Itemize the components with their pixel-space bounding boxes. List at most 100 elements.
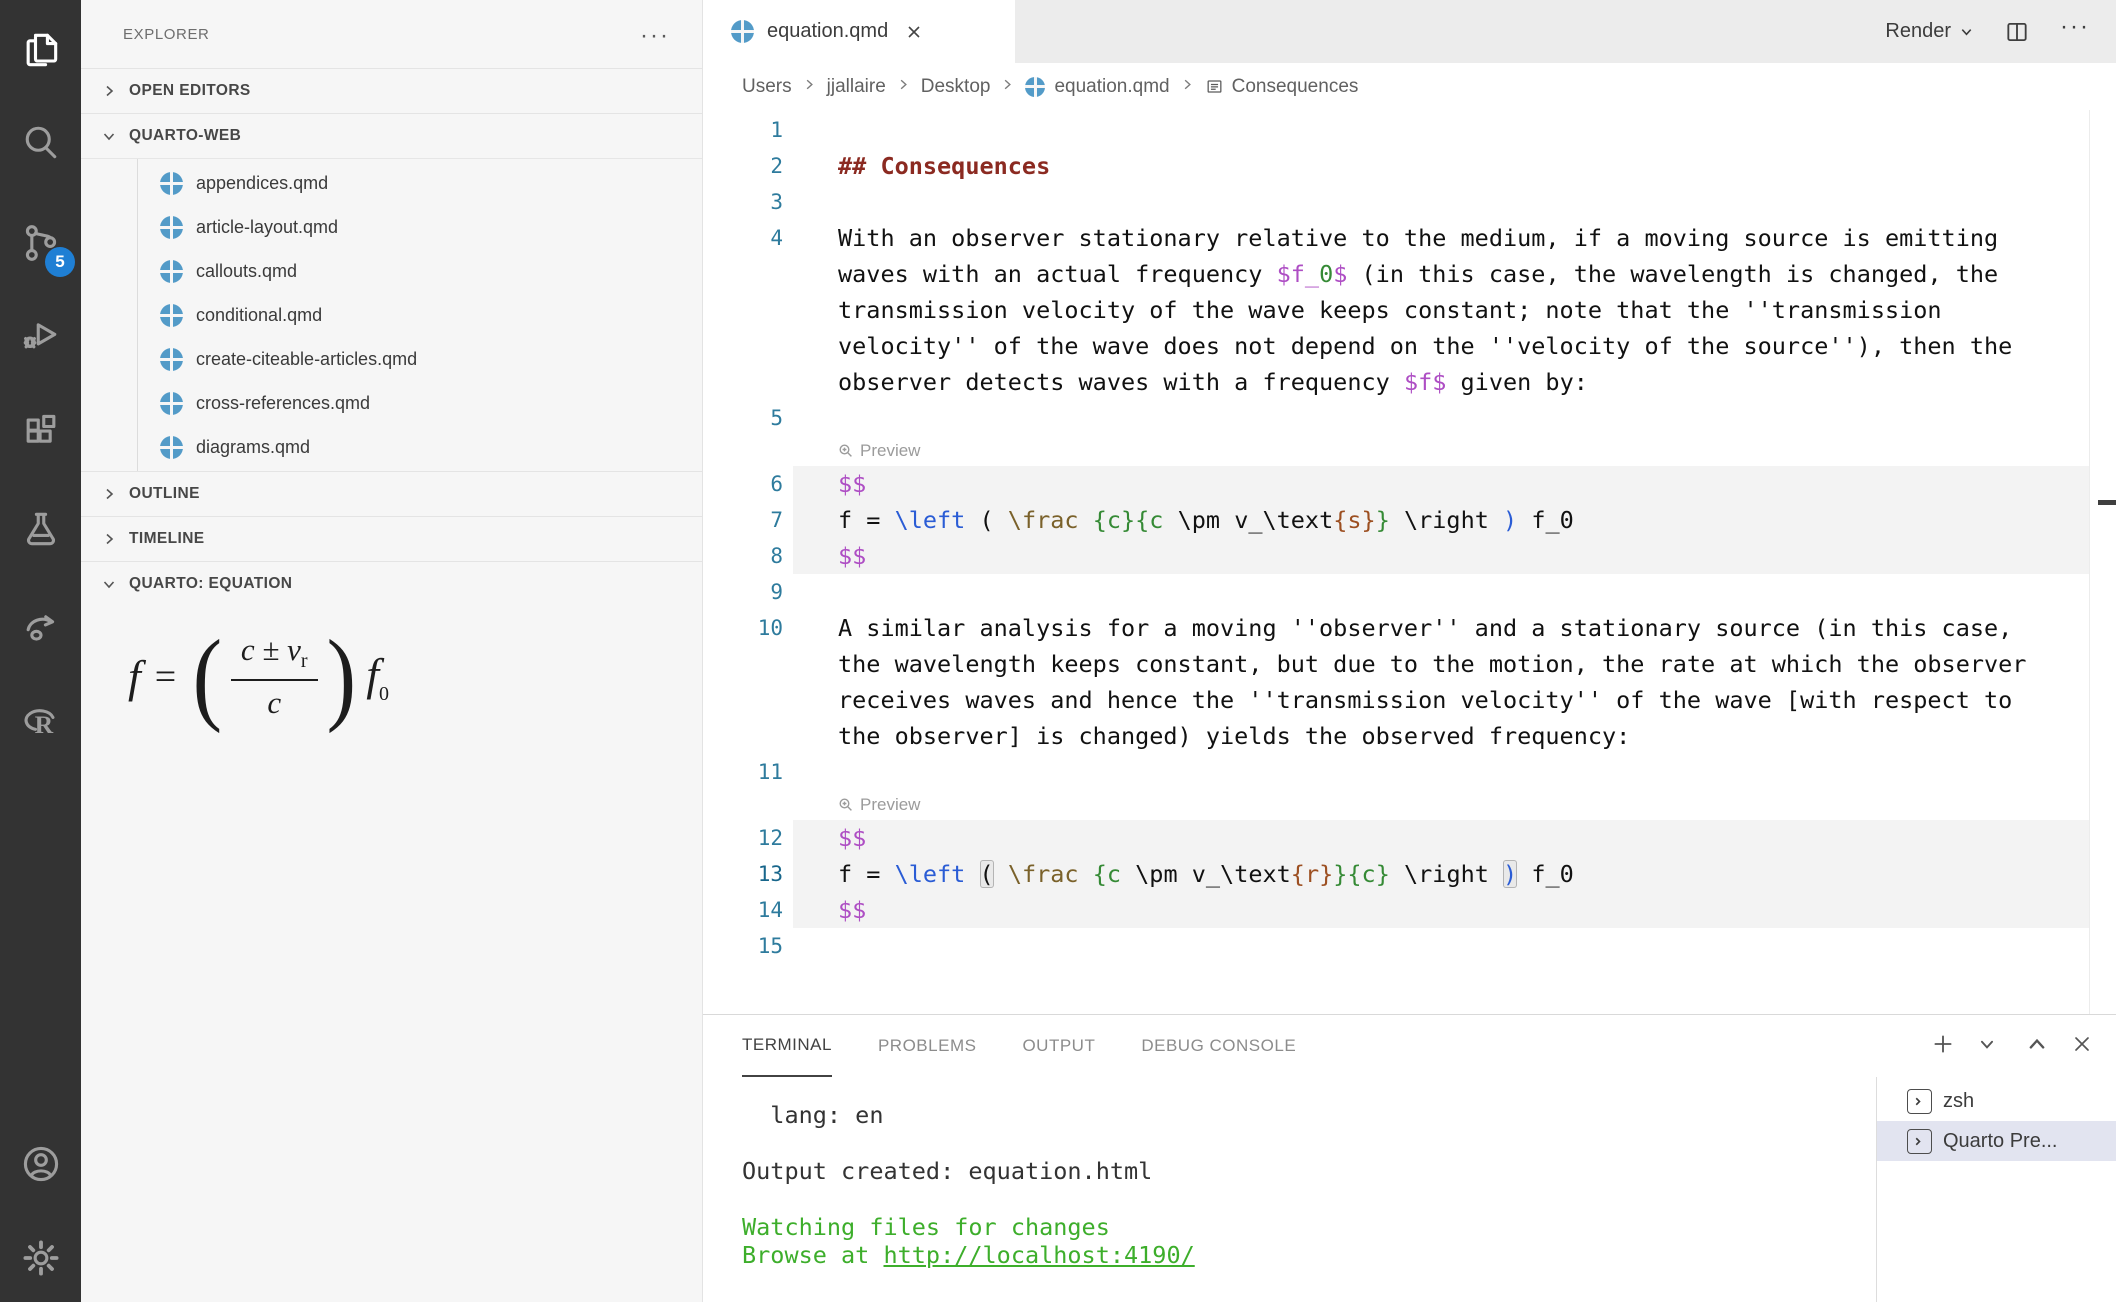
terminal-line: Output created: equation.html <box>742 1157 1195 1185</box>
publish-icon[interactable] <box>0 596 81 656</box>
quarto-file-icon <box>1025 77 1045 97</box>
editor-line[interactable]: velocity'' of the wave does not depend o… <box>703 328 2116 364</box>
close-panel-icon[interactable] <box>2070 1032 2094 1061</box>
breadcrumb-item[interactable]: Desktop <box>886 76 991 98</box>
section-quarto-web[interactable]: QUARTO-WEB <box>81 113 702 158</box>
line-number: 7 <box>703 502 793 538</box>
close-tab-icon[interactable] <box>904 22 924 42</box>
file-name: conditional.qmd <box>196 305 322 326</box>
line-number <box>703 292 793 328</box>
terminal-icon <box>1907 1089 1932 1114</box>
editor-line[interactable]: 3 <box>703 184 2116 220</box>
editor-line[interactable]: transmission velocity of the wave keeps … <box>703 292 2116 328</box>
terminal-label: Quarto Pre... <box>1943 1130 2058 1153</box>
render-button[interactable]: Render <box>1885 20 1974 43</box>
editor-line[interactable]: waves with an actual frequency $f_0$ (in… <box>703 256 2116 292</box>
settings-gear-icon[interactable] <box>0 1228 81 1288</box>
explorer-icon[interactable] <box>0 20 81 80</box>
source-control-icon[interactable]: 5 <box>0 213 81 273</box>
search-icon[interactable] <box>0 112 81 172</box>
preview-codelens[interactable]: Preview <box>838 790 920 820</box>
editor-line[interactable]: 5 <box>703 400 2116 436</box>
chevron-right-icon <box>101 83 117 99</box>
indent-guide <box>137 159 138 471</box>
chevron-right-icon <box>1180 76 1195 98</box>
file-item[interactable]: create-citeable-articles.qmd <box>81 337 702 381</box>
editor-line[interactable]: 15 <box>703 928 2116 964</box>
panel-tab-debug-console[interactable]: DEBUG CONSOLE <box>1141 1015 1296 1077</box>
file-item[interactable]: appendices.qmd <box>81 161 702 205</box>
breadcrumb-item[interactable]: equation.qmd <box>990 76 1169 98</box>
sidebar-title: EXPLORER <box>81 0 702 68</box>
quarto-equation-preview: f = ( c ± vr c ) f0 <box>128 632 702 721</box>
terminal-instance-quarto-pre-[interactable]: Quarto Pre... <box>1877 1121 2116 1161</box>
preview-codelens[interactable]: Preview <box>838 436 920 466</box>
section-quarto-equation[interactable]: QUARTO: EQUATION <box>81 561 702 606</box>
editor-line[interactable]: 6$$ <box>703 466 2116 502</box>
editor-line[interactable]: the wavelength keeps constant, but due t… <box>703 646 2116 682</box>
quarto-file-icon <box>731 20 754 43</box>
editor-line[interactable]: 9 <box>703 574 2116 610</box>
file-item[interactable]: article-layout.qmd <box>81 205 702 249</box>
maximize-panel-icon[interactable] <box>2026 1033 2048 1060</box>
explorer-more-actions-icon[interactable]: ··· <box>640 22 670 50</box>
quarto-file-icon <box>160 436 183 459</box>
panel-tab-problems[interactable]: PROBLEMS <box>878 1015 976 1077</box>
breadcrumb-item[interactable]: jjallaire <box>792 76 886 98</box>
scrollbar-track[interactable] <box>2089 110 2090 1014</box>
editor-line[interactable]: 4With an observer stationary relative to… <box>703 220 2116 256</box>
run-debug-icon[interactable] <box>0 304 81 364</box>
r-language-icon[interactable]: R <box>0 692 81 752</box>
editor-line[interactable]: the observer] is changed) yields the obs… <box>703 718 2116 754</box>
code-editor[interactable]: 12## Consequences34With an observer stat… <box>703 110 2116 1014</box>
section-open-editors[interactable]: OPEN EDITORS <box>81 68 702 113</box>
editor-line[interactable]: 11 <box>703 754 2116 790</box>
terminal-line: Browse at http://localhost:4190/ <box>742 1241 1195 1269</box>
section-outline[interactable]: OUTLINE <box>81 471 702 516</box>
explorer-sidebar: EXPLORER ··· OPEN EDITORS QUARTO-WEB app… <box>81 0 703 1302</box>
tab-equation-qmd[interactable]: equation.qmd <box>703 0 1015 63</box>
line-number: 12 <box>703 820 793 856</box>
editor-line[interactable]: 1 <box>703 112 2116 148</box>
file-item[interactable]: callouts.qmd <box>81 249 702 293</box>
terminal-line: lang: en <box>742 1101 1195 1129</box>
editor-line[interactable]: 10A similar analysis for a moving ''obse… <box>703 610 2116 646</box>
editor-line[interactable]: receives waves and hence the ''transmiss… <box>703 682 2116 718</box>
editor-line[interactable]: observer detects waves with a frequency … <box>703 364 2116 400</box>
breadcrumb-item[interactable]: Users <box>742 76 792 98</box>
codelens-row: Preview <box>703 436 2116 466</box>
account-icon[interactable] <box>0 1134 81 1194</box>
test-beaker-icon[interactable] <box>0 499 81 559</box>
line-number <box>703 328 793 364</box>
terminal-instance-zsh[interactable]: zsh <box>1877 1081 2116 1121</box>
line-number: 3 <box>703 184 793 220</box>
editor-line[interactable]: 13f = \left ( \frac {c \pm v_\text{r}}{c… <box>703 856 2116 892</box>
extensions-icon[interactable] <box>0 402 81 462</box>
editor-more-actions-icon[interactable]: ··· <box>2060 27 2090 37</box>
line-number: 15 <box>703 928 793 964</box>
terminal-list: zsh Quarto Pre... <box>1876 1077 2116 1302</box>
terminal-link[interactable]: http://localhost:4190/ <box>883 1241 1194 1269</box>
chevron-down-icon <box>1959 24 1974 39</box>
breadcrumb-item[interactable]: Consequences <box>1170 76 1359 98</box>
file-name: create-citeable-articles.qmd <box>196 349 417 370</box>
file-item[interactable]: cross-references.qmd <box>81 381 702 425</box>
split-editor-icon[interactable] <box>2004 19 2030 45</box>
line-number: 13 <box>703 856 793 892</box>
terminal-picker-chevron-icon[interactable] <box>1978 1035 1996 1058</box>
file-item[interactable]: diagrams.qmd <box>81 425 702 469</box>
editor-line[interactable]: 12$$ <box>703 820 2116 856</box>
panel-tab-terminal[interactable]: TERMINAL <box>742 1015 832 1077</box>
line-number <box>703 364 793 400</box>
editor-line[interactable]: 7f = \left ( \frac {c}{c \pm v_\text{s}}… <box>703 502 2116 538</box>
file-tree: appendices.qmdarticle-layout.qmdcallouts… <box>81 158 702 471</box>
panel-tab-output[interactable]: OUTPUT <box>1022 1015 1095 1077</box>
section-timeline[interactable]: TIMELINE <box>81 516 702 561</box>
editor-line[interactable]: 14$$ <box>703 892 2116 928</box>
breadcrumb: UsersjjallaireDesktopequation.qmdConsequ… <box>703 63 2116 110</box>
new-terminal-icon[interactable] <box>1930 1031 1956 1062</box>
editor-line[interactable]: 8$$ <box>703 538 2116 574</box>
file-item[interactable]: conditional.qmd <box>81 293 702 337</box>
bottom-panel: TERMINAL PROBLEMS OUTPUT DEBUG CONSOLE lang… <box>703 1014 2116 1302</box>
editor-line[interactable]: 2## Consequences <box>703 148 2116 184</box>
